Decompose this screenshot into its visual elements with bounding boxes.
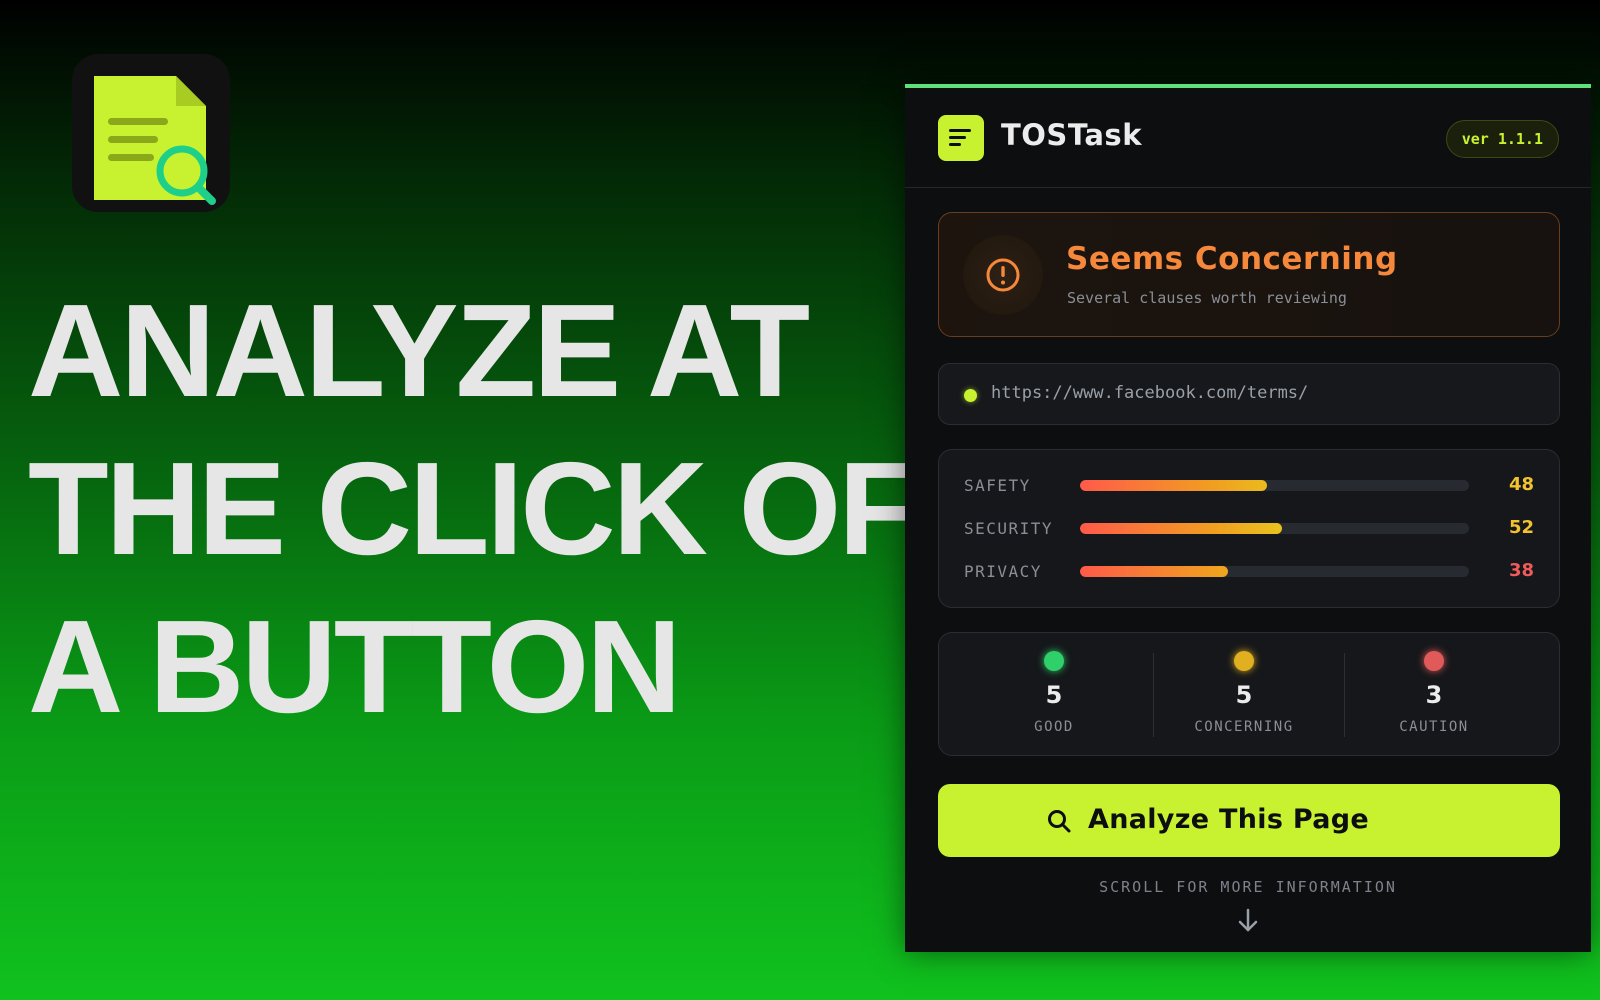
menu-lines-icon — [949, 129, 971, 146]
url-status-dot — [964, 389, 977, 402]
arrow-down-icon[interactable] — [1237, 908, 1259, 934]
scroll-hint: SCROLL FOR MORE INFORMATION — [1099, 878, 1397, 896]
analyze-button-label: Analyze This Page — [1088, 804, 1370, 835]
count-label: CONCERNING — [1194, 719, 1294, 735]
count-concerning: 5 CONCERNING — [1149, 633, 1339, 757]
verdict-icon-ring — [963, 235, 1043, 315]
score-fill — [1080, 480, 1267, 491]
good-indicator-dot — [1044, 651, 1064, 671]
score-label: SECURITY — [964, 519, 1054, 538]
score-fill — [1080, 566, 1228, 577]
app-icon — [72, 54, 230, 212]
score-row-privacy: PRIVACY 38 — [939, 556, 1559, 586]
count-label: CAUTION — [1399, 719, 1469, 735]
popup-header: TOSTask ver 1.1.1 — [905, 88, 1591, 188]
score-bars: SAFETY 48 SECURITY 52 PRIVACY 38 — [938, 449, 1560, 608]
extension-popup: TOSTask ver 1.1.1 Seems Concerning Sever… — [905, 84, 1591, 952]
count-number: 5 — [1235, 681, 1253, 709]
analyze-page-button[interactable]: Analyze This Page — [938, 784, 1560, 857]
score-value: 48 — [1508, 474, 1534, 495]
score-value: 38 — [1508, 560, 1534, 581]
score-label: SAFETY — [964, 476, 1031, 495]
score-row-security: SECURITY 52 — [939, 513, 1559, 543]
count-number: 5 — [1045, 681, 1063, 709]
verdict-title: Seems Concerning — [1066, 241, 1398, 277]
verdict-card: Seems Concerning Several clauses worth r… — [938, 212, 1560, 337]
promo-headline: ANALYZE AT THE CLICK OF A BUTTON — [28, 272, 919, 746]
score-track — [1080, 523, 1469, 534]
count-number: 3 — [1425, 681, 1443, 709]
score-row-safety: SAFETY 48 — [939, 470, 1559, 500]
count-label: GOOD — [1034, 719, 1074, 735]
headline-line-2: THE CLICK OF — [28, 435, 919, 582]
alert-circle-icon — [986, 258, 1020, 292]
count-caution: 3 CAUTION — [1339, 633, 1529, 757]
score-value: 52 — [1508, 517, 1534, 538]
score-fill — [1080, 523, 1283, 534]
count-good: 5 GOOD — [959, 633, 1149, 757]
verdict-subtitle: Several clauses worth reviewing — [1067, 289, 1347, 307]
headline-line-1: ANALYZE AT — [28, 277, 810, 424]
search-icon — [1048, 810, 1071, 833]
current-url-field: https://www.facebook.com/terms/ — [938, 363, 1560, 425]
score-track — [1080, 566, 1469, 577]
brand-logo — [938, 115, 984, 161]
concerning-indicator-dot — [1234, 651, 1254, 671]
current-url: https://www.facebook.com/terms/ — [991, 383, 1309, 403]
finding-counts: 5 GOOD 5 CONCERNING 3 CAUTION — [938, 632, 1560, 756]
document-search-icon — [94, 76, 216, 205]
version-badge: ver 1.1.1 — [1445, 120, 1559, 158]
score-label: PRIVACY — [964, 562, 1042, 581]
score-track — [1080, 480, 1469, 491]
caution-indicator-dot — [1424, 651, 1444, 671]
headline-line-3: A BUTTON — [28, 593, 682, 740]
brand-name: TOSTask — [1001, 118, 1142, 152]
